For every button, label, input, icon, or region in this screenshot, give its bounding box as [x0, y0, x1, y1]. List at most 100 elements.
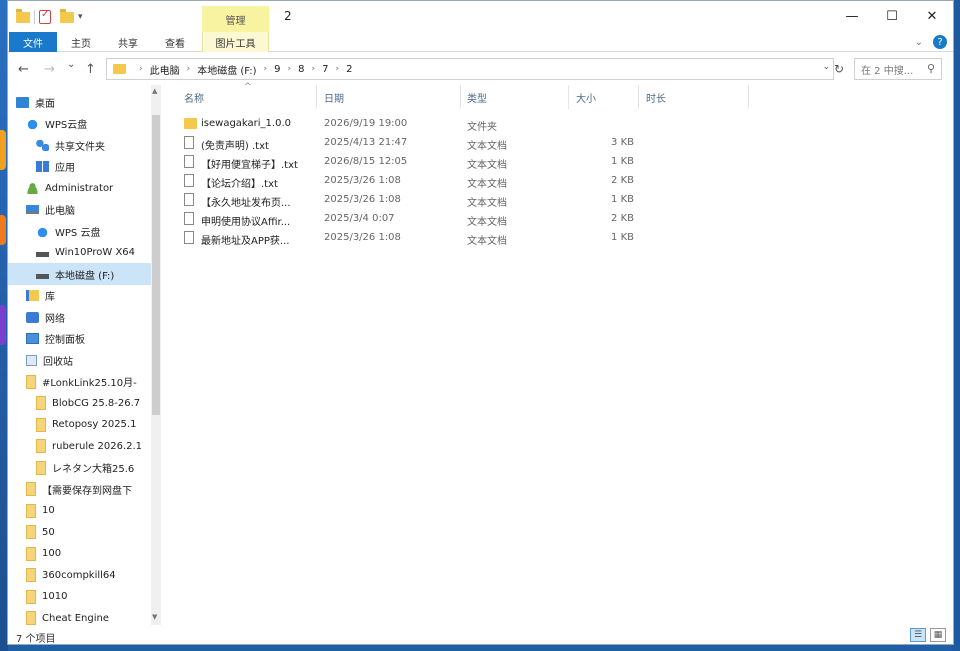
- sidebar-item[interactable]: 回收站: [8, 349, 151, 371]
- sidebar-item[interactable]: 1010: [8, 586, 151, 608]
- help-icon[interactable]: ?: [933, 35, 947, 49]
- column-header-name[interactable]: 名称: [184, 90, 204, 105]
- folder-icon: [26, 525, 36, 539]
- file-row[interactable]: isewagakari_1.0.0 2026/9/19 19:00 文件夹: [184, 115, 744, 134]
- sidebar-scrollbar[interactable]: ▲ ▼: [151, 85, 161, 625]
- file-size: 3 KB: [611, 137, 634, 148]
- sidebar-item[interactable]: WPS云盘: [8, 113, 151, 135]
- forward-button[interactable]: →: [44, 62, 55, 77]
- file-date: 2026/9/19 19:00: [324, 118, 408, 129]
- back-button[interactable]: ←: [18, 62, 29, 77]
- divider: [34, 10, 35, 24]
- close-button[interactable]: ✕: [909, 1, 953, 32]
- file-date: 2025/3/26 1:08: [324, 175, 401, 186]
- chevron-up-icon[interactable]: ▲: [152, 87, 157, 95]
- sidebar-item-label: 应用: [55, 163, 75, 174]
- address-bar[interactable]: › 此电脑 › 本地磁盘 (F:) › 9 › 8 › 7 › 2 ⌄: [106, 58, 834, 80]
- sidebar-item[interactable]: Administrator: [8, 177, 151, 199]
- sidebar-item[interactable]: BlobCG 25.8-26.7: [8, 392, 151, 414]
- sidebar-item-label: 控制面板: [45, 335, 85, 346]
- sidebar-item[interactable]: ruberule 2026.2.1: [8, 435, 151, 457]
- up-button[interactable]: ↑: [85, 62, 96, 77]
- chevron-right-icon[interactable]: ›: [312, 64, 316, 74]
- chevron-down-icon[interactable]: ▼: [152, 613, 157, 621]
- sidebar-item[interactable]: 此电脑: [8, 199, 151, 221]
- sidebar-item[interactable]: Win10ProW X64: [8, 242, 151, 264]
- folder-icon[interactable]: [16, 8, 30, 23]
- breadcrumb-item[interactable]: 此电脑: [150, 62, 180, 77]
- chevron-right-icon[interactable]: ›: [336, 64, 340, 74]
- sidebar-item[interactable]: 360compkill64: [8, 564, 151, 586]
- file-row[interactable]: 申明使用协议Affir... 2025/3/4 0:07 文本文档 2 KB: [184, 210, 744, 229]
- file-size: 1 KB: [611, 194, 634, 205]
- file-date: 2025/3/4 0:07: [324, 213, 395, 224]
- file-date: 2026/8/15 12:05: [324, 156, 408, 167]
- folder-icon: [36, 460, 46, 475]
- chevron-down-icon[interactable]: ▾: [78, 12, 83, 22]
- sidebar-item[interactable]: WPS 云盘: [8, 220, 151, 242]
- tab-view[interactable]: 查看: [152, 32, 198, 52]
- sidebar-item[interactable]: レネタン大箱25.6: [8, 457, 151, 479]
- file-row[interactable]: 【永久地址发布页... 2025/3/26 1:08 文本文档 1 KB: [184, 191, 744, 210]
- file-row[interactable]: 【论坛介绍】.txt 2025/3/26 1:08 文本文档 2 KB: [184, 172, 744, 191]
- column-header-date[interactable]: 日期: [324, 90, 344, 105]
- file-row[interactable]: (免责声明) .txt 2025/4/13 21:47 文本文档 3 KB: [184, 134, 744, 153]
- tab-file[interactable]: 文件: [9, 32, 57, 52]
- folder-icon: [36, 439, 46, 453]
- new-folder-icon[interactable]: [60, 8, 74, 23]
- collapse-ribbon-icon[interactable]: ⌄: [915, 37, 923, 48]
- breadcrumb-item[interactable]: 本地磁盘 (F:): [197, 62, 256, 77]
- drive-icon: [36, 252, 49, 257]
- sidebar-item[interactable]: 共享文件夹: [8, 134, 151, 156]
- chevron-right-icon[interactable]: ›: [288, 64, 292, 74]
- file-type: 文本文档: [467, 198, 507, 209]
- chevron-down-icon[interactable]: ⌄: [822, 62, 830, 72]
- breadcrumb-item[interactable]: 8: [298, 64, 304, 75]
- file-row[interactable]: 最新地址及APP获... 2025/3/26 1:08 文本文档 1 KB: [184, 229, 744, 248]
- properties-icon[interactable]: [39, 9, 51, 24]
- breadcrumb-item[interactable]: 2: [346, 64, 352, 75]
- sidebar-item[interactable]: 库: [8, 285, 151, 307]
- apps-icon: [36, 161, 49, 172]
- sidebar-item[interactable]: 50: [8, 521, 151, 543]
- sidebar-item[interactable]: 应用: [8, 156, 151, 178]
- large-icons-view-icon[interactable]: ▦: [930, 628, 946, 642]
- text-file-icon: [184, 136, 194, 149]
- chevron-right-icon[interactable]: ›: [264, 64, 268, 74]
- file-type: 文本文档: [467, 217, 507, 228]
- sidebar-item[interactable]: 本地磁盘 (F:): [8, 263, 151, 285]
- sidebar-item[interactable]: 【需要保存到网盘下: [8, 478, 151, 500]
- tab-share[interactable]: 共享: [105, 32, 151, 52]
- sidebar-item[interactable]: 100: [8, 543, 151, 565]
- folder-icon: [36, 417, 46, 432]
- sidebar-item[interactable]: Retoposy 2025.1: [8, 414, 151, 436]
- details-view-icon[interactable]: ☰: [910, 628, 926, 642]
- sidebar-item[interactable]: Cheat Engine: [8, 607, 151, 625]
- file-name: 【论坛介绍】.txt: [201, 179, 278, 190]
- column-header-size[interactable]: 大小: [576, 90, 596, 105]
- scrollbar-thumb[interactable]: [152, 115, 160, 415]
- chevron-right-icon[interactable]: ›: [139, 64, 143, 74]
- sidebar-item[interactable]: 网络: [8, 306, 151, 328]
- sidebar-item[interactable]: 10: [8, 500, 151, 522]
- file-type: 文本文档: [467, 141, 507, 152]
- quick-access-toolbar: ▾: [16, 8, 83, 25]
- sidebar-item[interactable]: #LonkLink25.10月-: [8, 371, 151, 393]
- search-input[interactable]: 在 2 中搜... ⚲: [854, 58, 942, 80]
- refresh-icon[interactable]: ↻: [834, 62, 844, 76]
- breadcrumb-item[interactable]: 9: [274, 64, 280, 75]
- column-header-duration[interactable]: 时长: [646, 90, 666, 105]
- file-date: 2025/3/26 1:08: [324, 232, 401, 243]
- tab-picture-tools[interactable]: 图片工具: [202, 32, 269, 52]
- sidebar-item[interactable]: 控制面板: [8, 328, 151, 350]
- tab-home[interactable]: 主页: [58, 32, 104, 52]
- file-row[interactable]: 【好用便宜梯子】.txt 2026/8/15 12:05 文本文档 1 KB: [184, 153, 744, 172]
- column-header-type[interactable]: 类型: [467, 90, 487, 105]
- recent-locations-button[interactable]: ⌄: [67, 59, 75, 70]
- sidebar-item-label: Win10ProW X64: [55, 247, 136, 258]
- sidebar-item[interactable]: 桌面: [8, 91, 151, 113]
- folder-icon: [26, 589, 36, 604]
- chevron-right-icon[interactable]: ›: [187, 64, 191, 74]
- breadcrumb-item[interactable]: 7: [322, 64, 328, 75]
- sidebar-item-label: 10: [42, 505, 55, 516]
